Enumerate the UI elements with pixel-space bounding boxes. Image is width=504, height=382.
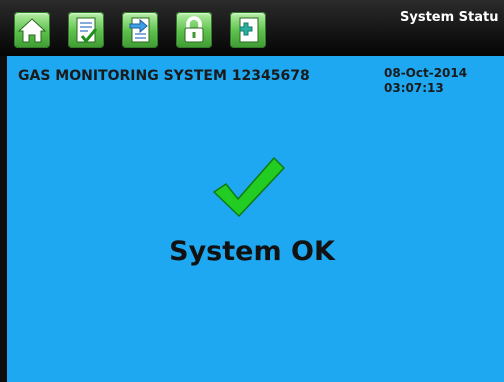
lock-icon [184,16,204,43]
home-icon [17,18,47,43]
screen: System Statu GAS MONITORING SYSTEM 12345… [0,0,504,382]
page-title: System Statu [400,10,499,25]
time-label: 03:07:13 [384,81,444,95]
date-label: 08-Oct-2014 [384,66,468,80]
checkmark-icon [213,157,285,217]
left-border [0,56,7,382]
system-name: GAS MONITORING SYSTEM 12345678 [18,68,310,84]
datetime: 08-Oct-2014 03:07:13 [384,66,467,96]
document-transfer-icon [129,17,150,43]
checklist-button[interactable] [68,12,104,48]
lock-button[interactable] [176,12,212,48]
home-button[interactable] [14,12,50,48]
add-button[interactable] [230,12,266,48]
add-icon [239,17,259,43]
transfer-button[interactable] [122,12,158,48]
status-text: System OK [0,236,504,267]
toolbar: System Statu [0,0,504,56]
status-label: System OK [169,236,335,267]
checklist-icon [76,17,98,44]
